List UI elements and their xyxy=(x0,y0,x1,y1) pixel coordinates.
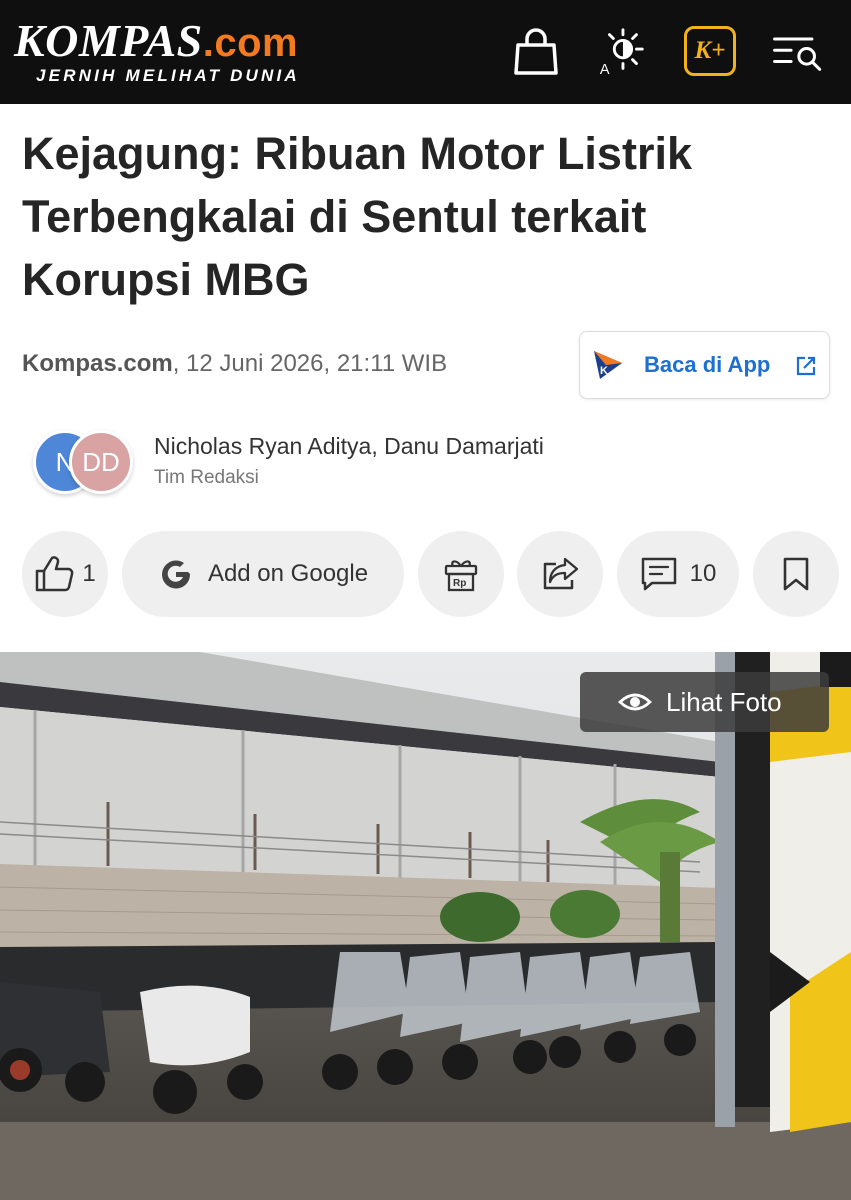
bookmark-button[interactable] xyxy=(753,531,839,617)
site-header: KOMPAS.com JERNIH MELIHAT DUNIA A K+ xyxy=(0,0,851,104)
gift-rp-icon: Rp xyxy=(444,560,478,592)
like-button[interactable]: 1 xyxy=(22,531,108,617)
bag-icon xyxy=(514,28,558,75)
comment-icon xyxy=(641,557,676,591)
article-photo[interactable] xyxy=(0,652,851,1200)
view-photo-button[interactable]: Lihat Foto xyxy=(580,672,829,732)
google-icon xyxy=(161,560,190,589)
kplus-button[interactable]: K+ xyxy=(684,26,736,76)
external-link-icon xyxy=(796,356,816,376)
view-photo-label: Lihat Foto xyxy=(666,686,782,717)
article-datetime: , 12 Juni 2026, 21:11 WIB xyxy=(172,350,448,377)
author-names[interactable]: Nicholas Ryan Aditya, Danu Damarjati xyxy=(154,433,544,460)
comments-button[interactable]: 10 xyxy=(617,531,739,617)
article-title: Kejagung: Ribuan Motor Listrik Terbengka… xyxy=(22,128,692,305)
bookmark-icon xyxy=(783,557,809,591)
logo-main-text: KOMPAS xyxy=(14,15,203,66)
open-in-app-label: Baca di App xyxy=(644,352,771,377)
like-count: 1 xyxy=(82,560,96,587)
svg-text:K: K xyxy=(600,365,608,377)
eye-icon xyxy=(618,693,652,711)
author-avatar[interactable]: DD xyxy=(69,430,133,494)
kompas-logo[interactable]: KOMPAS.com JERNIH MELIHAT DUNIA xyxy=(14,15,299,86)
thumbs-up-icon xyxy=(36,556,74,592)
brightness-icon: A xyxy=(600,28,644,78)
add-on-google-button[interactable]: Add on Google xyxy=(122,531,404,617)
logo-suffix: .com xyxy=(202,21,299,65)
team-label: Tim Redaksi xyxy=(154,467,259,488)
comment-count: 10 xyxy=(689,560,717,587)
add-on-google-label: Add on Google xyxy=(207,560,369,587)
logo-tagline: JERNIH MELIHAT DUNIA xyxy=(36,66,300,85)
open-in-app-button[interactable]: K Baca di App xyxy=(579,331,830,399)
article-meta: Kompas.com, 12 Juni 2026, 21:11 WIB xyxy=(22,350,447,378)
menu-search-button[interactable] xyxy=(772,26,824,78)
menu-search-icon xyxy=(773,37,822,71)
photo-electric-motorcycles xyxy=(0,652,851,1200)
gift-button[interactable]: Rp xyxy=(418,531,504,617)
theme-toggle-button[interactable]: A xyxy=(596,26,648,78)
share-icon xyxy=(543,557,579,590)
avatar-initials: DD xyxy=(82,446,120,477)
article-source[interactable]: Kompas.com xyxy=(22,350,173,377)
kompas-app-icon: K xyxy=(594,351,622,379)
share-button[interactable] xyxy=(517,531,603,617)
shop-button[interactable] xyxy=(510,26,562,78)
svg-text:A: A xyxy=(600,62,610,78)
svg-text:Rp: Rp xyxy=(453,578,466,589)
